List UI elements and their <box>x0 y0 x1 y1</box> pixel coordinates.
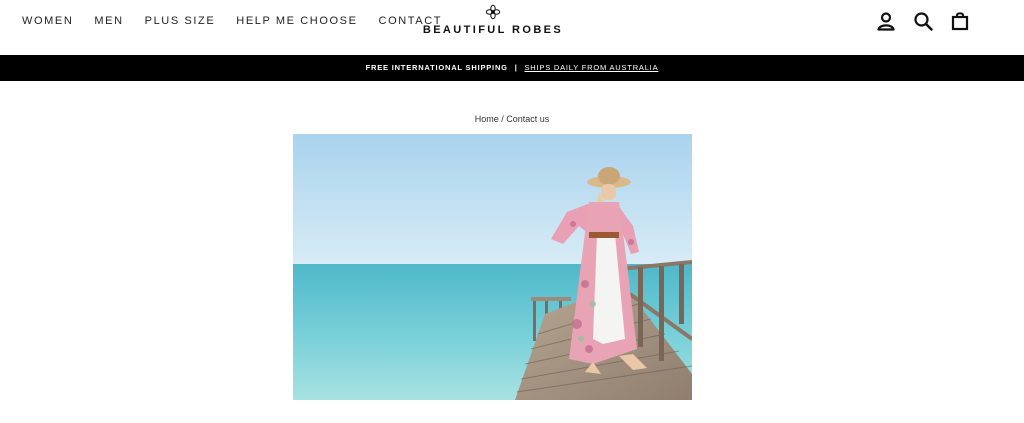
banner-separator: | <box>514 63 518 72</box>
shipping-banner: FREE INTERNATIONAL SHIPPING | SHIPS DAIL… <box>0 55 1024 81</box>
logo-text: BEAUTIFUL ROBES <box>422 24 564 36</box>
hero-image <box>293 134 692 400</box>
cart-bag-icon[interactable] <box>950 11 970 31</box>
breadcrumb-current: Contact us <box>506 114 550 124</box>
banner-link[interactable]: SHIPS DAILY FROM AUSTRALIA <box>524 63 658 72</box>
hero-photo <box>293 134 692 400</box>
breadcrumb: Home / Contact us <box>0 114 1024 124</box>
main-nav: WOMEN MEN PLUS SIZE HELP ME CHOOSE CONTA… <box>22 14 463 28</box>
flower-logo-icon <box>485 4 501 20</box>
nav-item-women[interactable]: WOMEN <box>22 14 73 28</box>
breadcrumb-separator: / <box>501 114 504 124</box>
account-icon[interactable] <box>876 11 896 31</box>
search-icon[interactable] <box>913 11 933 31</box>
nav-item-help-me-choose[interactable]: HELP ME CHOOSE <box>236 14 357 28</box>
header-icons <box>876 11 970 31</box>
site-logo[interactable]: BEAUTIFUL ROBES <box>412 4 574 44</box>
nav-item-men[interactable]: MEN <box>94 14 123 28</box>
breadcrumb-home[interactable]: Home <box>475 114 499 124</box>
banner-text: FREE INTERNATIONAL SHIPPING <box>365 63 508 72</box>
nav-item-plus-size[interactable]: PLUS SIZE <box>145 14 216 28</box>
site-header: WOMEN MEN PLUS SIZE HELP ME CHOOSE CONTA… <box>0 0 1024 55</box>
